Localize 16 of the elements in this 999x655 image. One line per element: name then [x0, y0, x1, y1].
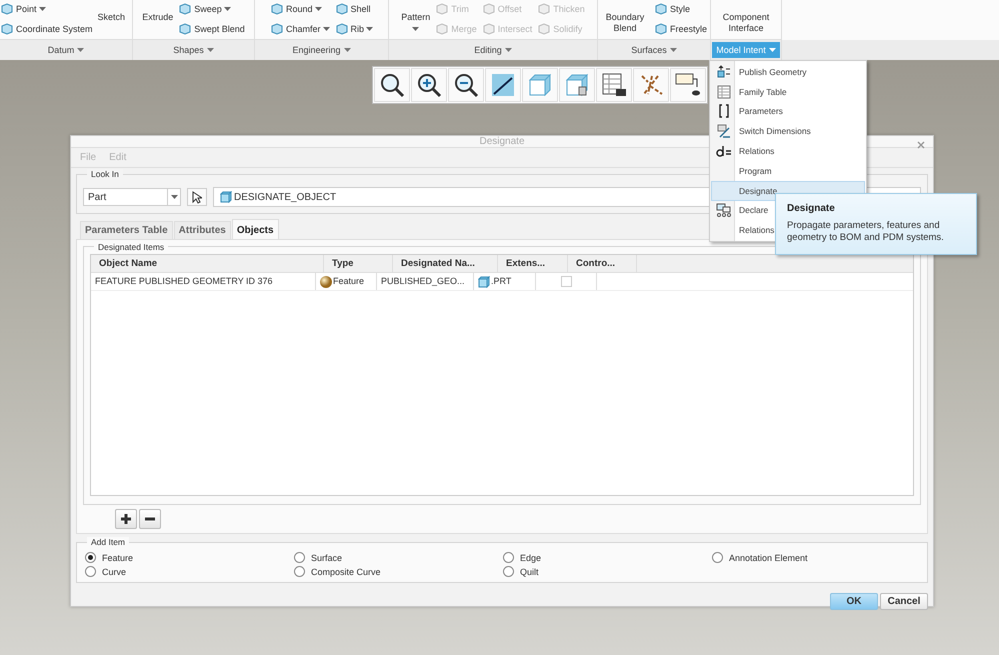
radio-label: Surface [311, 552, 342, 562]
radio-label: Edge [520, 552, 542, 562]
table-cell: PUBLISHED_GEO... [377, 273, 474, 290]
radio-label: Quilt [520, 566, 539, 576]
radio-label: Composite Curve [311, 566, 381, 576]
tooltip-text: Propagate parameters, features and geometry to BOM and PDM systems. [787, 220, 945, 244]
radio-label: Annotation Element [729, 552, 808, 562]
group-legend: Designated Items [94, 242, 168, 252]
radio-label: Curve [102, 566, 126, 576]
dialog-title: Designate [479, 136, 525, 147]
table-cell: FEATURE PUBLISHED GEOMETRY ID 376 [91, 273, 316, 290]
group-legend: Look In [87, 169, 123, 179]
group-legend: Add Item [87, 537, 130, 547]
table-cell: Feature [333, 275, 364, 288]
radio-label: Feature [102, 552, 134, 562]
table-cell: .PRT [491, 275, 512, 288]
